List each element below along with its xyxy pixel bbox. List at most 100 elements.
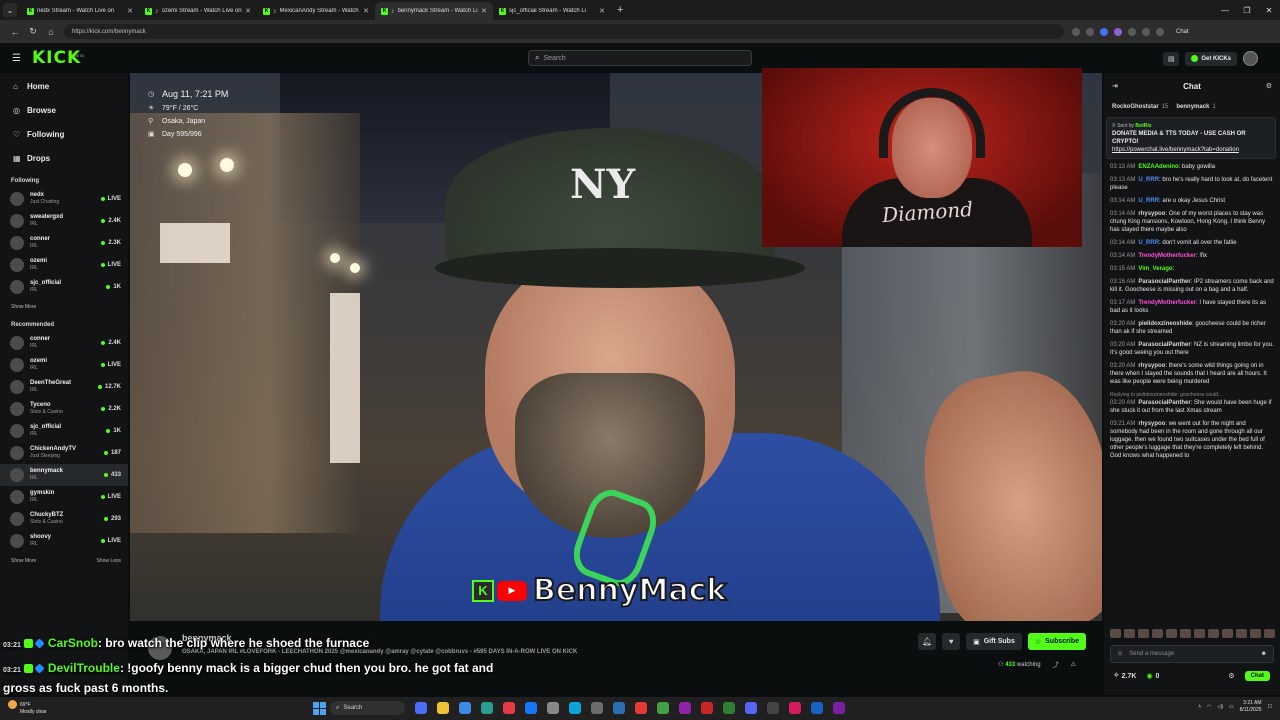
menu-icon[interactable]: ☰ [12, 53, 21, 64]
back-icon[interactable]: ← [6, 27, 24, 37]
emote-icon[interactable] [1152, 629, 1163, 638]
reader-icon[interactable] [1072, 27, 1080, 36]
sidebar-nav-home[interactable]: ⌂ Home [0, 74, 128, 98]
chat-username[interactable]: TrendyMotherfucker [1138, 253, 1196, 259]
get-kicks-button[interactable]: Get KICKs [1185, 51, 1237, 66]
chat-username[interactable]: U_RRR [1138, 177, 1159, 183]
notifications-icon[interactable]: ☐ [1268, 704, 1272, 710]
extension-icon[interactable] [1114, 27, 1122, 36]
chat-username[interactable]: ENZAAdenino [1138, 164, 1178, 170]
sidebar-channel[interactable]: ChickenAndyTV Just Sleeping 187 [0, 442, 128, 464]
app-icon[interactable] [789, 702, 801, 714]
app-icon[interactable] [745, 702, 757, 714]
show-less-link[interactable]: Show Less [97, 558, 121, 564]
close-tab-icon[interactable]: ✕ [481, 7, 487, 15]
browser-tab[interactable]: K ♪ ozemi Stream - Watch Live on ✕ [139, 2, 257, 20]
emote-icon[interactable] [1264, 629, 1275, 638]
restore-icon[interactable]: ❐ [1236, 6, 1258, 15]
close-tab-icon[interactable]: ✕ [599, 7, 605, 15]
emote-icon[interactable] [1138, 629, 1149, 638]
browser-tab[interactable]: K ♪ MexicanAndy Stream - Watch ✕ [257, 2, 375, 20]
app-icon[interactable] [811, 702, 823, 714]
kicks-count[interactable]: 2.7K [1122, 673, 1137, 680]
emote-icon[interactable] [1166, 629, 1177, 638]
gifter-name[interactable]: RockoGhoststar [1112, 104, 1159, 110]
sidebar-channel[interactable]: ozemi IRL LIVE [0, 354, 128, 376]
chat-settings-icon[interactable]: ⚙ [1266, 82, 1272, 90]
browser-tab[interactable]: K ♪ bennymack Stream - Watch Li ✕ [375, 2, 493, 20]
app-icon[interactable] [569, 702, 581, 714]
app-icon[interactable] [679, 702, 691, 714]
app-icon[interactable] [459, 702, 471, 714]
chat-username[interactable]: pielidoxzineoxhide [1138, 321, 1192, 327]
sidebar-channel[interactable]: sjc_official IRL 1K [0, 276, 128, 298]
new-tab-button[interactable]: + [617, 4, 623, 16]
chat-username[interactable]: rhysypoo [1138, 363, 1165, 369]
app-icon[interactable] [833, 702, 845, 714]
sidebar-channel[interactable]: ozemi IRL LIVE [0, 254, 128, 276]
extension-icon[interactable] [1100, 27, 1108, 36]
subscribe-button[interactable]: ☆ Subscribe [1027, 633, 1086, 650]
close-window-icon[interactable]: ✕ [1258, 6, 1280, 15]
share-icon[interactable]: ⤴ [1053, 660, 1059, 669]
pinned-link[interactable]: https://powerchat.live/bennymack?tab=don… [1112, 147, 1239, 153]
emote-picker-icon[interactable]: ☻ [1261, 651, 1267, 657]
chat-message-input[interactable]: ☺ Send a message ☻ [1110, 645, 1274, 663]
chat-username[interactable]: U_RRR [1138, 198, 1159, 204]
chat-settings-gear-icon[interactable]: ⚙ [1228, 672, 1234, 680]
app-icon[interactable] [481, 702, 493, 714]
close-tab-icon[interactable]: ✕ [363, 7, 369, 15]
taskbar-search[interactable]: ⌕ Search [330, 701, 405, 715]
show-more-link[interactable]: Show More [11, 304, 36, 310]
sidebar-channel[interactable]: sweatergxd IRL 2.4K [0, 210, 128, 232]
gifter-name[interactable]: bennymack [1176, 104, 1209, 110]
chat-username[interactable]: rhysypoo [1138, 211, 1165, 217]
chat-username[interactable]: U_RRR [1138, 240, 1159, 246]
sidebar-channel[interactable]: Tyceno Slots & Casino 2.2K [0, 398, 128, 420]
user-avatar[interactable] [1243, 51, 1258, 66]
gift-subs-button[interactable]: ▣ Gift Subs [966, 633, 1022, 650]
extension-icon[interactable] [1142, 27, 1150, 36]
app-icon[interactable] [437, 702, 449, 714]
points-count[interactable]: 0 [1156, 673, 1160, 680]
speaker-icon[interactable]: ♪ [391, 8, 395, 15]
minimize-icon[interactable]: — [1214, 6, 1236, 15]
sidebar-channel[interactable]: bennymack IRL 433 [0, 464, 128, 486]
sidebar-nav-drops[interactable]: ▦ Drops [0, 146, 128, 170]
app-icon[interactable] [635, 702, 647, 714]
sidebar-nav-following[interactable]: ♡ Following [0, 122, 128, 146]
sidebar-channel[interactable]: DeenTheGreat IRL 12.7K [0, 376, 128, 398]
home-browser-icon[interactable]: ⌂ [42, 27, 60, 37]
wifi-icon[interactable]: ◠ [1207, 704, 1211, 710]
browser-tab[interactable]: Knedx Stream - Watch Live on ✕ [21, 2, 139, 20]
weather-widget[interactable]: 69°F Mostly clear [8, 700, 47, 716]
heart-icon[interactable]: ♥ [942, 633, 961, 650]
sidebar-channel[interactable]: shoovy IRL LIVE [0, 530, 128, 552]
app-icon[interactable] [503, 702, 515, 714]
sidebar-channel[interactable]: sjc_official IRL 1K [0, 420, 128, 442]
kick-logo[interactable]: KICK [32, 48, 81, 68]
sidebar-channel[interactable]: ChuckyBTZ Slots & Casino 293 [0, 508, 128, 530]
emote-icon[interactable] [1110, 629, 1121, 638]
app-icon[interactable] [657, 702, 669, 714]
sidebar-channel[interactable]: conner IRL 2.4K [0, 332, 128, 354]
copilot-chat-button[interactable]: Chat [1176, 29, 1189, 35]
bell-icon[interactable]: 🔔︎ [918, 633, 937, 650]
battery-icon[interactable]: ▭ [1229, 704, 1234, 710]
sidebar-channel[interactable]: gymskin IRL LIVE [0, 486, 128, 508]
report-icon[interactable]: ⚠ [1071, 661, 1076, 668]
speaker-icon[interactable]: ♪ [273, 8, 277, 15]
emote-icon[interactable] [1124, 629, 1135, 638]
sent-by-user[interactable]: BotRix [1135, 123, 1151, 129]
tab-actions-button[interactable]: ⌄ [3, 3, 17, 17]
app-icon[interactable] [547, 702, 559, 714]
favorite-icon[interactable] [1086, 27, 1094, 36]
app-icon[interactable] [613, 702, 625, 714]
emote-icon[interactable] [1250, 629, 1261, 638]
refresh-icon[interactable]: ↻ [24, 26, 42, 37]
chat-username[interactable]: ParasocialPanther [1138, 342, 1190, 348]
chat-username[interactable]: Vim_Verago [1138, 266, 1172, 272]
collapse-chat-icon[interactable]: ⇥ [1112, 82, 1118, 90]
app-icon[interactable] [723, 702, 735, 714]
chat-username[interactable]: rhysypoo [1138, 421, 1165, 427]
